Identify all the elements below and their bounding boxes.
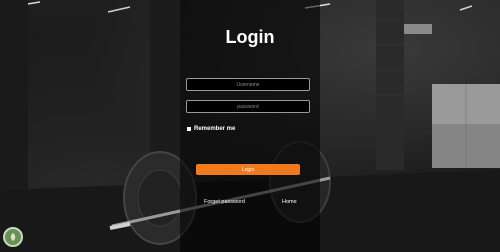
pillar	[376, 0, 404, 170]
page-title: Login	[225, 27, 275, 47]
forgot-password-link[interactable]: Forget password	[204, 199, 245, 205]
password-input[interactable]	[186, 100, 310, 113]
remember-me-checkbox[interactable]	[187, 127, 191, 131]
leaf-icon	[10, 233, 16, 241]
home-link[interactable]: Home	[282, 199, 297, 205]
username-input[interactable]	[186, 78, 310, 91]
wall-sign	[404, 24, 432, 34]
ceiling-light	[459, 5, 473, 11]
login-button[interactable]: Login	[196, 164, 300, 175]
remember-me-row[interactable]: Remember me	[187, 126, 235, 132]
emblem-icon	[3, 227, 23, 247]
ceiling-light	[107, 6, 131, 13]
remember-me-label: Remember me	[194, 126, 236, 132]
